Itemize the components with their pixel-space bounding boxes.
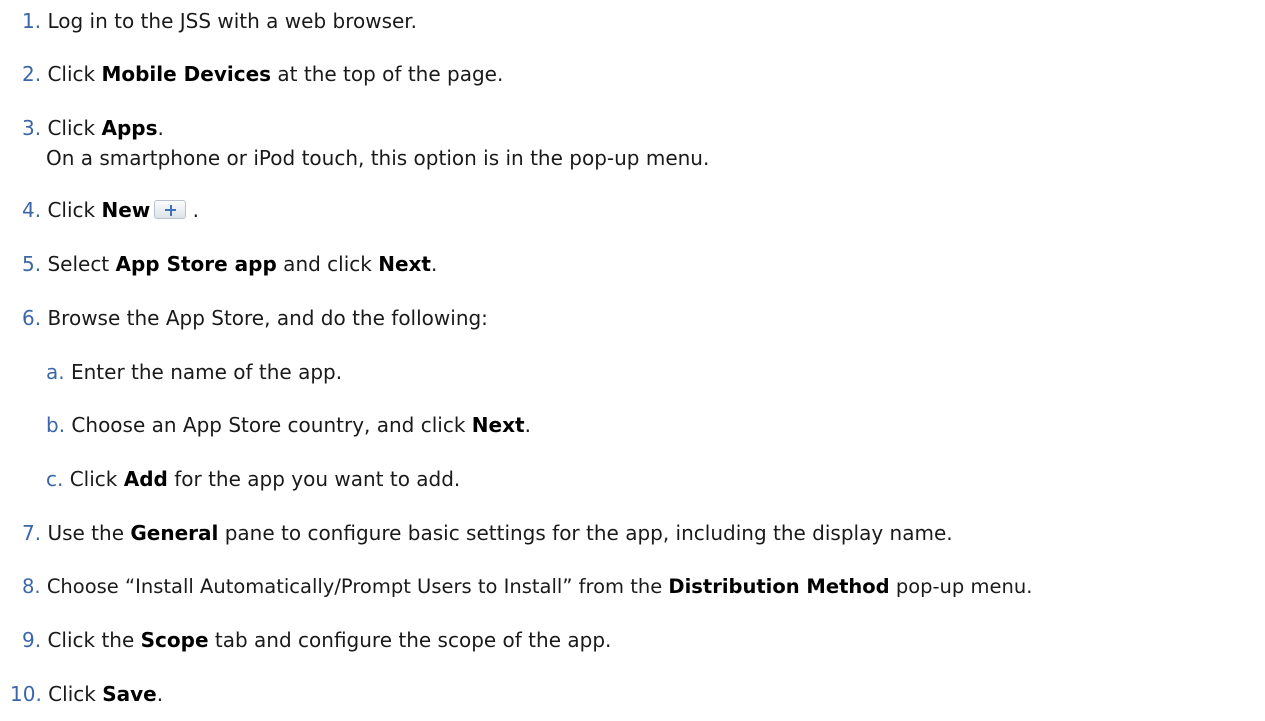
substep-letter: a. [46, 360, 65, 384]
substep-text-post: . [524, 413, 531, 437]
step-text-pre: Click [48, 682, 103, 706]
step-text-post: . [156, 682, 164, 706]
step-9: 9. Click the Scope tab and configure the… [22, 628, 611, 652]
step-number: 9. [22, 628, 42, 652]
step-number: 2. [22, 62, 42, 86]
substep-text: Enter the name of the app. [70, 360, 343, 384]
step-3-note: On a smartphone or iPod touch, this opti… [46, 146, 710, 170]
step-4: 4. Click New . [22, 198, 199, 222]
ui-term-distribution-method: Distribution Method [668, 575, 890, 598]
step-text-post: . [186, 198, 199, 222]
step-text-post: pane to configure basic settings for the… [218, 521, 953, 545]
substep-text-post: for the app you want to add. [167, 467, 461, 491]
step-text-pre: Select [47, 252, 116, 276]
step-number: 3. [22, 116, 42, 140]
step-number: 1. [22, 9, 42, 33]
step-text-post: . [157, 116, 164, 140]
step-1: 1. Log in to the JSS with a web browser. [22, 9, 417, 33]
substep-c: c. Click Add for the app you want to add… [46, 467, 460, 491]
substep-letter: c. [46, 467, 64, 491]
step-number: 6. [22, 306, 42, 330]
step-number: 4. [22, 198, 42, 222]
step-text-pre: Choose “Install Automatically/Prompt Use… [46, 575, 669, 598]
step-text-pre: Click [47, 116, 102, 140]
substep-text-pre: Choose an App Store country, and click [71, 413, 472, 437]
procedure-document: 1. Log in to the JSS with a web browser.… [0, 0, 1265, 721]
ui-term-new: New [101, 198, 151, 222]
ui-term-apps: Apps [101, 116, 158, 140]
step-10: 10. Click Save. [10, 682, 163, 706]
step-text: Log in to the JSS with a web browser. [47, 9, 418, 33]
substep-letter: b. [46, 413, 66, 437]
step-text-pre: Click [47, 62, 102, 86]
step-text-pre: Use the [47, 521, 131, 545]
step-text-mid: and click [276, 252, 379, 276]
ui-term-save: Save [102, 682, 157, 706]
step-text-pre: Click the [47, 628, 141, 652]
ui-term-mobile-devices: Mobile Devices [101, 62, 272, 86]
step-number: 10. [10, 682, 42, 706]
substep-text-pre: Click [69, 467, 124, 491]
step-7: 7. Use the General pane to configure bas… [22, 521, 953, 545]
step-text: Browse the App Store, and do the followi… [47, 306, 488, 330]
step-number: 8. [22, 575, 41, 598]
step-number: 7. [22, 521, 42, 545]
step-2: 2. Click Mobile Devices at the top of th… [22, 62, 503, 86]
step-number: 5. [22, 252, 42, 276]
step-text-pre: Click [47, 198, 102, 222]
ui-term-general: General [130, 521, 219, 545]
step-text-post: tab and configure the scope of the app. [208, 628, 612, 652]
step-text-post: at the top of the page. [271, 62, 504, 86]
ui-term-next: Next [378, 252, 431, 276]
step-text-post: . [430, 252, 438, 276]
step-6: 6. Browse the App Store, and do the foll… [22, 306, 488, 330]
ui-term-add: Add [123, 467, 168, 491]
ui-term-next: Next [471, 413, 525, 437]
step-3: 3. Click Apps. [22, 116, 164, 140]
substep-a: a. Enter the name of the app. [46, 360, 342, 384]
ui-term-app-store-app: App Store app [115, 252, 277, 276]
step-5: 5. Select App Store app and click Next. [22, 252, 437, 276]
step-text-post: pop-up menu. [889, 575, 1033, 598]
step-8: 8. Choose “Install Automatically/Prompt … [22, 575, 1032, 599]
ui-term-scope: Scope [140, 628, 209, 652]
plus-icon [154, 200, 187, 219]
substep-b: b. Choose an App Store country, and clic… [46, 413, 531, 437]
